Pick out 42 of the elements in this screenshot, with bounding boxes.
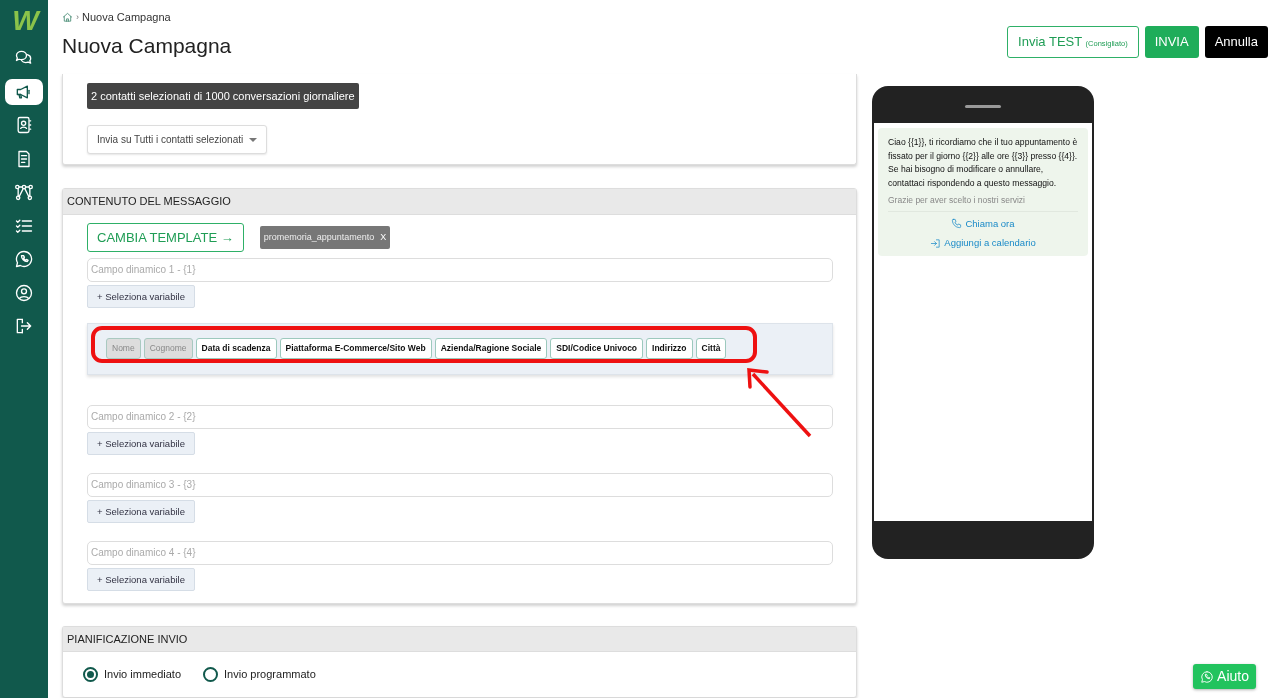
- message-text: Ciao {{1}}, ti ricordiamo che il tuo appuntamento è fissato per il giorno {{2}} alle ore {{3}} presso {{4}}. Se hai bisogno di modificare o annullare, contattaci rispondendo a questo messaggio.: [888, 136, 1078, 190]
- sidebar-item[interactable]: [5, 78, 43, 105]
- section-heading: PIANIFICAZIONE INVIO: [63, 626, 856, 653]
- breadcrumb-current: Nuova Campagna: [82, 10, 171, 25]
- text-field[interactable]: Campo dinamico 3 - {3}: [87, 472, 833, 497]
- variable-chip[interactable]: Data di scadenza: [195, 338, 277, 359]
- remove-template-button[interactable]: X: [380, 230, 387, 245]
- variable-chip[interactable]: SDI/Codice Univoco: [550, 338, 644, 359]
- variable-chip[interactable]: Azienda/Ragione Sociale: [434, 338, 548, 359]
- caret-icon: [249, 137, 258, 142]
- message-action-button[interactable]: Aggiungi a calendario: [930, 236, 1036, 251]
- user-circle-icon: [14, 282, 34, 303]
- radio-option[interactable]: Invio programmato: [203, 666, 316, 683]
- whatsapp-icon: [14, 249, 34, 269]
- select-variable-button[interactable]: + Seleziona variabile: [87, 567, 195, 591]
- text-field[interactable]: Campo dinamico 2 - {2}: [87, 404, 833, 429]
- breadcrumb-separator: ›: [76, 10, 79, 24]
- send-to-dropdown[interactable]: Invia su Tutti i contatti selezionati: [87, 125, 268, 155]
- variable-chip[interactable]: Città: [695, 338, 727, 359]
- select-variable-button[interactable]: + Seleziona variabile: [87, 431, 195, 455]
- radio-option[interactable]: Invio immediato: [83, 666, 182, 683]
- whatsapp-icon: [1200, 669, 1215, 684]
- message-footer: Grazie per aver scelto i nostri servizi: [888, 194, 1078, 212]
- select-variable-button[interactable]: + Seleziona variabile: [87, 499, 195, 523]
- logout-icon: [14, 316, 34, 336]
- sign-in-icon: [930, 237, 942, 249]
- change-template-button[interactable]: CAMBIA TEMPLATE →: [87, 222, 244, 253]
- phone-icon: [951, 218, 963, 230]
- variable-chip[interactable]: Piattaforma E-Commerce/Sito Web: [279, 338, 432, 359]
- text-field[interactable]: Campo dinamico 4 - {4}: [87, 540, 833, 565]
- cancel-button[interactable]: Annulla: [1204, 26, 1268, 58]
- text-field[interactable]: Campo dinamico 1 - {1}: [87, 258, 833, 283]
- variable-chip[interactable]: Indirizzo: [646, 338, 693, 359]
- phone-notch-bar: [965, 105, 1001, 108]
- section-heading: CONTENUTO DEL MESSAGGIO: [63, 189, 856, 215]
- select-variable-button[interactable]: + Seleziona variabile: [87, 285, 195, 309]
- template-name: promemoria_appuntamento: [263, 230, 375, 244]
- network-nodes-icon: [14, 182, 34, 202]
- home-icon: [62, 11, 73, 23]
- contacts-count-badge: 2 contatti selezionati di 1000 conversazioni giornaliere: [87, 82, 359, 110]
- message-action-button[interactable]: Chiama ora: [951, 216, 1015, 231]
- page-title: Nuova Campagna: [62, 32, 232, 58]
